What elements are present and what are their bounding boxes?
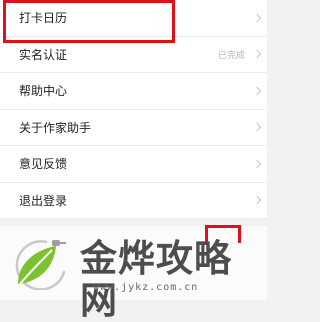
menu-item-label: 实名认证 — [19, 47, 68, 62]
menu-item-feedback[interactable]: 意见反馈 — [0, 146, 267, 183]
chevron-right-icon — [252, 123, 262, 132]
menu-item-about[interactable]: 关于作家助手 — [0, 110, 267, 146]
status-text: 已完成 — [217, 50, 245, 61]
watermark-url: www.jykz.com.cn — [93, 282, 199, 293]
menu-item-label: 退出登录 — [19, 193, 68, 208]
settings-menu: 打卡日历 实名认证 已完成 帮助中心 关于作家助手 意见反馈 退出登录 — [0, 0, 267, 219]
chevron-right-icon — [252, 196, 262, 205]
leaf-logo-icon — [15, 240, 66, 290]
menu-item-logout[interactable]: 退出登录 — [0, 183, 267, 219]
chevron-right-icon — [252, 159, 262, 168]
menu-item-help-center[interactable]: 帮助中心 — [0, 73, 267, 110]
menu-item-label: 帮助中心 — [19, 84, 68, 99]
menu-item-real-name-auth[interactable]: 实名认证 已完成 — [0, 37, 267, 73]
menu-item-checkin-calendar[interactable]: 打卡日历 — [0, 0, 267, 37]
watermark-title: 金烨攻略网 — [80, 237, 232, 322]
chevron-right-icon — [252, 50, 262, 59]
menu-item-label: 打卡日历 — [19, 11, 68, 26]
chevron-right-icon — [252, 86, 262, 95]
menu-item-label: 关于作家助手 — [19, 120, 92, 135]
menu-item-label: 意见反馈 — [19, 157, 68, 172]
chevron-right-icon — [252, 13, 262, 22]
